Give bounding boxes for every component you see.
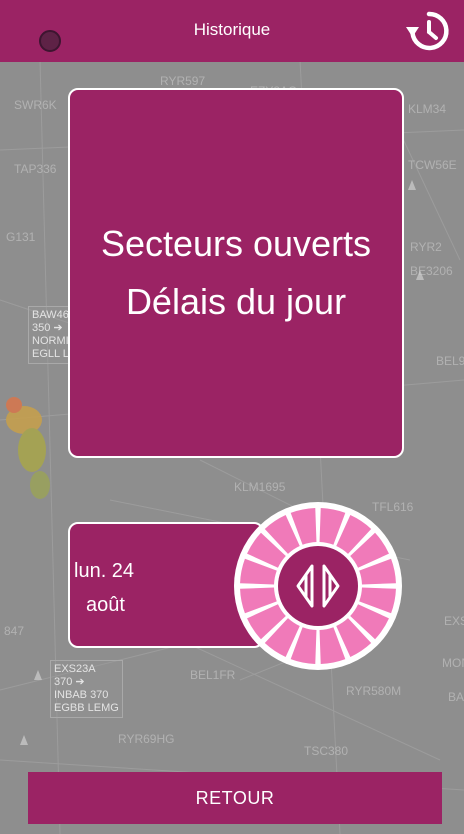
radar-label: EXS [444, 614, 464, 628]
wheel-center[interactable] [278, 546, 358, 626]
radar-label: TCW56E [408, 158, 457, 172]
radar-label: KLM1695 [234, 480, 286, 494]
open-sectors-label: Secteurs ouverts [100, 223, 372, 264]
radar-label: BEL9 [436, 354, 464, 368]
radar-label: RYR597 [160, 74, 206, 88]
flight-tag-line: 370 ➔ [54, 676, 85, 688]
radar-label: TSC380 [304, 744, 349, 758]
date-day-label: lun. 24 [74, 560, 135, 582]
radar-label: KLM34 [408, 102, 447, 116]
radar-label: RYR69HG [118, 732, 175, 746]
radar-label: RYR580M [346, 684, 402, 698]
page-title: Historique [193, 20, 271, 39]
back-button-label: RETOUR [195, 787, 275, 808]
radar-label: G131 [6, 230, 36, 244]
daily-delays-label: Délais du jour [125, 281, 347, 322]
history-clock-icon[interactable] [404, 8, 450, 54]
radar-label: BEL1FR [190, 668, 236, 682]
radar-label: TAP336 [14, 162, 57, 176]
radar-label: SWR6K [14, 98, 57, 112]
radar-label: RYR2 [410, 240, 442, 254]
open-sectors-card[interactable]: Secteurs ouverts Délais du jour [68, 88, 404, 458]
radar-label: BE3206 [410, 264, 453, 278]
date-selector-wheel[interactable] [232, 500, 404, 672]
radar-label: MON [442, 656, 464, 670]
flight-tag: EXS23A 370 ➔ INBAB 370 EGBB LEMG [50, 660, 123, 718]
radar-label: BA [448, 690, 464, 704]
app-header: Historique [0, 0, 464, 62]
flight-tag-line: EGBB LEMG [54, 702, 119, 714]
flight-tag-line: INBAB 370 [54, 689, 109, 701]
date-month-label: août [86, 594, 125, 616]
back-button[interactable]: RETOUR [28, 772, 442, 824]
flight-tag-line: EXS23A [54, 663, 96, 675]
radar-label: 847 [4, 624, 25, 638]
